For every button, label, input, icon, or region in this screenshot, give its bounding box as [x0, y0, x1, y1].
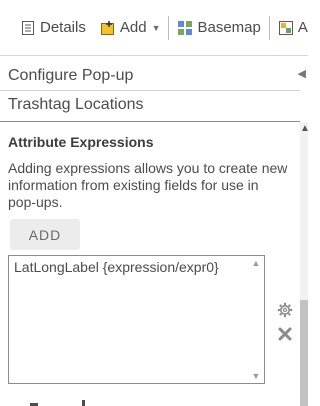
panel-title: Configure Pop-up — [8, 67, 134, 84]
basemap-icon — [177, 20, 193, 36]
divider — [0, 90, 300, 91]
details-button[interactable]: Details — [20, 16, 86, 40]
basemap-label: Basemap — [197, 19, 261, 36]
layer-name: Trashtag Locations — [8, 96, 144, 113]
analysis-label: A — [297, 19, 308, 36]
chevron-down-icon: ▼ — [151, 22, 161, 33]
list-item[interactable]: LatLongLabel {expression/expr0} — [14, 259, 219, 275]
close-icon[interactable] — [277, 326, 293, 342]
details-label: Details — [40, 19, 86, 36]
scroll-down-arrow[interactable]: ▼ — [249, 371, 263, 381]
list-scrollbar[interactable]: ▲ ▼ — [249, 257, 263, 382]
expressions-list[interactable]: LatLongLabel {expression/expr0} ▲ ▼ — [8, 255, 265, 384]
scroll-up-arrow[interactable]: ▲ — [249, 258, 263, 268]
toolbar-divider — [268, 15, 270, 40]
scroll-up-arrow[interactable]: ▲ — [300, 123, 310, 134]
scrollbar-thumb[interactable] — [300, 300, 308, 406]
details-icon — [20, 20, 36, 36]
divider — [0, 121, 300, 122]
collapse-arrow-icon[interactable]: ◀ — [298, 67, 306, 80]
basemap-button[interactable]: Basemap — [177, 16, 261, 40]
section-description: Adding expressions allows you to create … — [8, 160, 288, 210]
section-title: Attribute Expressions — [8, 134, 154, 150]
collapsed-section-fragment — [30, 400, 85, 406]
toolbar: Details Add ▼ Basemap A — [0, 0, 308, 56]
add-label: Add — [119, 19, 147, 36]
analysis-button[interactable]: A — [278, 16, 308, 40]
add-icon — [100, 20, 116, 36]
analysis-icon — [278, 20, 294, 36]
gear-icon[interactable] — [277, 302, 293, 318]
add-expression-button[interactable]: ADD — [10, 219, 80, 250]
toolbar-divider — [168, 15, 170, 40]
add-button[interactable]: Add ▼ — [100, 16, 161, 40]
